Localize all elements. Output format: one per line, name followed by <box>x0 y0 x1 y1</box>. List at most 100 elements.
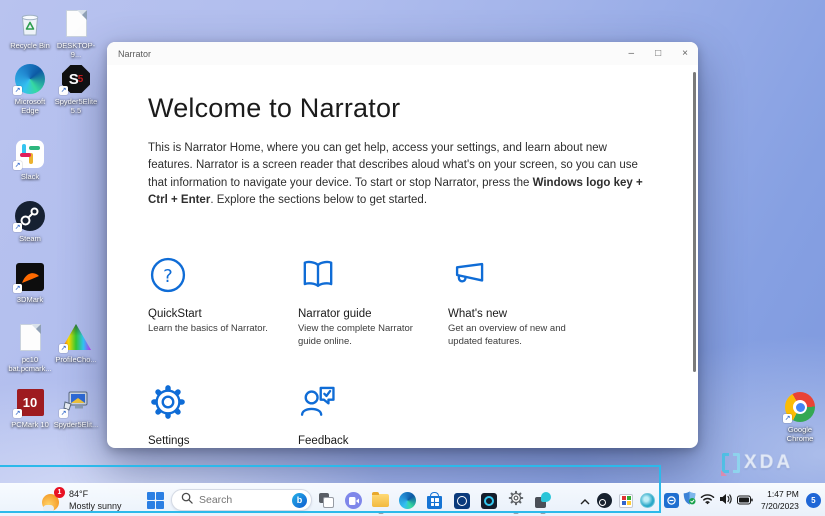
windows-security-icon[interactable] <box>683 491 696 510</box>
intro-paragraph: This is Narrator Home, where you can get… <box>148 140 650 209</box>
pcmark10-icon: 10 <box>15 387 45 417</box>
search-input[interactable] <box>199 494 286 506</box>
document-icon <box>15 322 45 352</box>
icon-label: Steam <box>19 234 41 243</box>
spyder-utility-tray-icon[interactable] <box>640 493 655 508</box>
search-box[interactable]: b <box>171 489 312 511</box>
feedback-icon <box>298 382 448 422</box>
desktop-icon-steam[interactable]: Steam <box>6 201 54 243</box>
svg-text:?: ? <box>163 266 173 287</box>
recycle-bin-icon <box>15 8 45 38</box>
weather-condition: Mostly sunny <box>69 501 122 513</box>
desktop-icon-google-chrome[interactable]: Google Chrome <box>776 392 824 443</box>
window-titlebar[interactable]: Narrator – □ × <box>107 42 698 65</box>
card-desc: Get an overview of new and updated featu… <box>448 323 576 349</box>
narrator-window: Narrator – □ × Welcome to Narrator This … <box>107 42 698 448</box>
card-title: Feedback <box>298 435 448 447</box>
desktop-icon-recycle-bin[interactable]: Recycle Bin <box>6 8 54 50</box>
dell-icon <box>454 493 470 509</box>
folder-icon <box>372 494 389 507</box>
desktop-icon-pcmark10[interactable]: 10 PCMark 10 <box>6 387 54 429</box>
desktop-icon-profilechooser[interactable]: ProfileCho... <box>52 322 100 364</box>
slack-icon <box>15 139 45 169</box>
desktop-icon-slack[interactable]: Slack <box>6 139 54 181</box>
desktop-icon-microsoft-edge[interactable]: Microsoft Edge <box>6 64 54 115</box>
desktop-icon-pc10-file[interactable]: pc10 bat.pcmark... <box>6 322 54 373</box>
alexa-icon <box>481 493 497 509</box>
taskbar-pinned-apps <box>318 484 551 516</box>
installer-icon <box>61 387 91 417</box>
book-icon <box>298 255 448 295</box>
maximize-button[interactable]: □ <box>655 48 661 59</box>
chrome-icon <box>785 392 815 422</box>
spyder5elite-icon: S5 <box>61 64 91 94</box>
window-title: Narrator <box>107 49 151 59</box>
hidden-icons-chevron[interactable] <box>580 492 590 510</box>
minimize-button[interactable]: – <box>629 48 635 59</box>
icon-label: Google Chrome <box>776 425 824 443</box>
chat-camera-icon <box>345 492 362 509</box>
system-tray-right: 1:47 PM 7/20/2023 5 <box>664 484 821 516</box>
question-circle-icon: ? <box>148 255 298 295</box>
feature-cards: ? QuickStart Learn the basics of Narrato… <box>148 255 650 448</box>
file-explorer-button[interactable] <box>372 492 389 509</box>
card-quickstart[interactable]: ? QuickStart Learn the basics of Narrato… <box>148 255 298 349</box>
xda-logo-icon <box>722 453 740 473</box>
card-feedback[interactable]: Feedback Help improve Narrator. Press Na… <box>298 382 448 448</box>
window-scrollbar[interactable] <box>693 72 696 372</box>
edge-button[interactable] <box>399 492 416 509</box>
card-settings[interactable]: Settings Customize Narrator. Press Windo… <box>148 382 298 448</box>
card-title: What's new <box>448 308 598 320</box>
desktop-icon-spyder-installer[interactable]: Spyder5Elit... <box>52 387 100 429</box>
color-grid-tray-icon[interactable] <box>619 494 633 508</box>
card-narrator-guide[interactable]: Narrator guide View the complete Narrato… <box>298 255 448 349</box>
notification-count-badge[interactable]: 5 <box>806 493 821 508</box>
wifi-icon[interactable] <box>700 492 715 510</box>
store-bag-icon <box>427 496 442 509</box>
battery-icon[interactable] <box>737 492 753 510</box>
steam-tray-icon[interactable] <box>597 493 612 508</box>
megaphone-icon <box>448 255 598 295</box>
gear-icon <box>148 382 298 422</box>
time: 1:47 PM <box>761 489 799 500</box>
narrator-home-content: Welcome to Narrator This is Narrator Hom… <box>107 65 698 448</box>
desktop-icon-spyder5elite[interactable]: S5 Spyder5Elite 5.5 <box>52 64 100 115</box>
close-button[interactable]: × <box>682 48 688 59</box>
icon-label: pc10 bat.pcmark... <box>6 355 54 373</box>
chat-button[interactable] <box>345 492 362 509</box>
settings-button[interactable] <box>507 492 524 509</box>
search-icon <box>181 491 193 509</box>
task-view-button[interactable] <box>318 492 335 509</box>
start-button[interactable] <box>147 492 164 509</box>
desktop-icon-3dmark[interactable]: 3DMark <box>6 262 54 304</box>
edge-icon <box>399 492 416 509</box>
dell-app-button[interactable] <box>453 492 470 509</box>
xda-watermark-text: XDA <box>744 452 793 474</box>
alexa-button[interactable] <box>480 492 497 509</box>
icon-label: Slack <box>21 172 39 181</box>
dell-support-tray-icon[interactable] <box>664 493 679 508</box>
xda-watermark: XDA <box>722 452 793 474</box>
microsoft-store-button[interactable] <box>426 492 443 509</box>
weather-widget[interactable]: 1 84°F Mostly sunny <box>42 484 122 516</box>
profile-chooser-icon <box>61 322 91 352</box>
weather-badge: 1 <box>54 487 65 498</box>
date: 7/20/2023 <box>761 501 799 512</box>
feedback-hub-button[interactable] <box>534 492 551 509</box>
card-whats-new[interactable]: What's new Get an overview of new and up… <box>448 255 598 349</box>
intro-text-end: . Explore the sections below to get star… <box>210 194 427 206</box>
icon-label: 3DMark <box>17 295 43 304</box>
icon-label: ProfileCho... <box>55 355 96 364</box>
desktop-icon-desktop-file[interactable]: DESKTOP-9... <box>52 8 100 59</box>
icon-label: PCMark 10 <box>11 420 49 429</box>
bing-icon[interactable]: b <box>292 493 307 508</box>
card-title: QuickStart <box>148 308 298 320</box>
document-icon <box>61 8 91 38</box>
icon-label: Microsoft Edge <box>6 97 54 115</box>
card-title: Settings <box>148 435 298 447</box>
icon-label: Spyder5Elite 5.5 <box>52 97 100 115</box>
steam-icon <box>15 201 45 231</box>
clock[interactable]: 1:47 PM 7/20/2023 <box>761 489 799 511</box>
edge-icon <box>15 64 45 94</box>
volume-icon[interactable] <box>719 492 733 510</box>
